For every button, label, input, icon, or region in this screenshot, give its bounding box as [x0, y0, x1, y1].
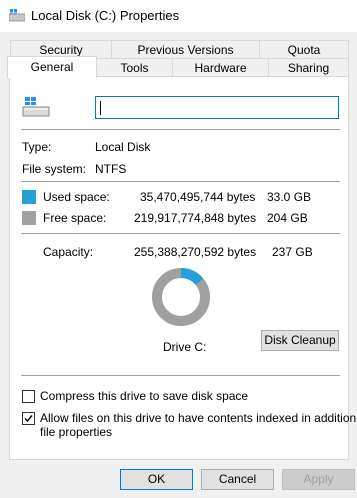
index-label-line1: Allow files on this drive to have conten… [40, 411, 357, 425]
used-space-label: Used space: [43, 190, 110, 204]
checkmark-icon [24, 415, 33, 423]
file-system-value: NTFS [95, 162, 127, 176]
type-label: Type: [22, 140, 52, 154]
separator-3 [21, 233, 340, 234]
used-space-swatch [22, 190, 36, 204]
used-space-gb: 33.0 GB [267, 190, 312, 204]
used-space-bytes: 35,470,495,744 bytes [140, 190, 256, 204]
cancel-button[interactable]: Cancel [201, 469, 274, 490]
compress-label: Compress this drive to save disk space [40, 389, 249, 403]
compress-checkbox[interactable] [22, 390, 35, 403]
index-label-line2: file properties [40, 425, 113, 439]
text-caret [100, 101, 101, 115]
separator-1 [21, 129, 340, 130]
type-value: Local Disk [95, 140, 151, 154]
drive-label: Drive C: [163, 340, 207, 354]
free-space-bytes: 219,917,774,848 bytes [134, 211, 257, 225]
disk-usage-donut [152, 268, 210, 326]
index-checkbox[interactable] [22, 412, 35, 425]
capacity-gb: 237 GB [272, 245, 313, 259]
separator-4 [21, 375, 340, 376]
capacity-bytes: 255,388,270,592 bytes [134, 245, 257, 259]
capacity-label: Capacity: [43, 245, 94, 259]
local-disk-icon [22, 97, 50, 117]
free-space-gb: 204 GB [267, 211, 308, 225]
file-system-label: File system: [22, 162, 87, 176]
apply-button[interactable]: Apply [282, 469, 355, 490]
separator-2 [21, 181, 340, 182]
free-space-swatch [22, 211, 36, 225]
drive-name-input[interactable] [95, 96, 339, 119]
ok-button[interactable]: OK [120, 469, 193, 490]
free-space-label: Free space: [43, 211, 107, 225]
disk-cleanup-button[interactable]: Disk Cleanup [261, 330, 339, 351]
